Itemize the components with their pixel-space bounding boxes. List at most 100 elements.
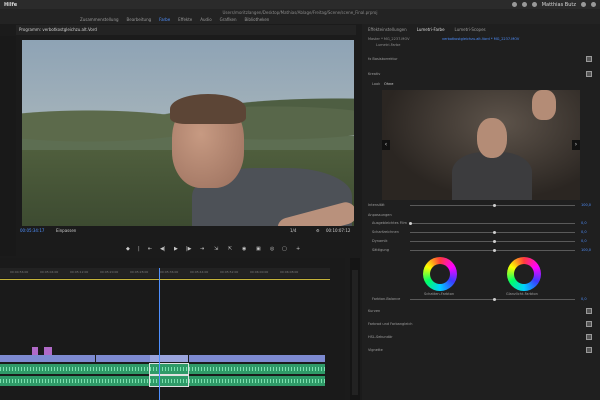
workspace-tabs: Zusammenstellung Bearbeitung Farbe Effek… xyxy=(80,17,269,22)
graphics-clip[interactable] xyxy=(44,347,52,355)
video-clip-selected[interactable] xyxy=(150,355,188,362)
look-preview-thumbnail[interactable]: ‹ › xyxy=(382,90,580,200)
workspace-tab[interactable]: Effekte xyxy=(178,17,192,22)
status-icon[interactable] xyxy=(511,2,517,7)
intensity-knob[interactable] xyxy=(493,204,496,207)
mark-in-icon[interactable]: ◆ xyxy=(126,246,130,252)
look-dropdown[interactable]: Ohne xyxy=(384,82,393,86)
ruler-tick: 00:04:56:00 xyxy=(10,270,29,274)
hsl-secondary-checkbox[interactable] xyxy=(586,334,592,340)
faded-film-knob[interactable] xyxy=(409,222,412,225)
ruler-tick: 00:05:12:00 xyxy=(70,270,89,274)
left-tool-column xyxy=(0,36,16,256)
basic-correction-section[interactable]: fx Basiskorrektur xyxy=(368,57,398,61)
tab-lumetri-color[interactable]: Lumetri-Farbe xyxy=(417,27,445,32)
creative-checkbox[interactable] xyxy=(586,71,592,77)
audio-clip[interactable] xyxy=(189,364,325,374)
title-bar: Users/moritzlangen/Desktop/Mathias/Ablag… xyxy=(0,9,600,24)
workspace-tab[interactable]: Grafiken xyxy=(220,17,237,22)
audio-clip[interactable] xyxy=(0,376,150,386)
intensity-value[interactable]: 100,0 xyxy=(581,203,591,207)
go-to-in-icon[interactable]: ⇤ xyxy=(148,246,152,252)
vibrance-value[interactable]: 0,0 xyxy=(581,239,587,243)
audio-clip-selected[interactable] xyxy=(149,363,189,375)
faded-film-value[interactable]: 0,0 xyxy=(581,221,587,225)
wifi-icon[interactable] xyxy=(521,2,527,7)
quality-dropdown[interactable]: 1/4 xyxy=(290,228,296,233)
audio-waveform xyxy=(0,367,150,371)
clip-line[interactable]: verbotkostgleichzu.alt.Vord * MG_2237.MO… xyxy=(442,37,519,41)
total-timecode: 00:10:07:12 xyxy=(326,228,351,233)
workspace-tab[interactable]: Zusammenstellung xyxy=(80,17,119,22)
tab-effect-controls[interactable]: Effekteinstellungen xyxy=(368,27,407,32)
curves-section[interactable]: Kurven xyxy=(368,309,380,313)
saturation-knob[interactable] xyxy=(493,249,496,252)
ruler-tick: 00:05:52:00 xyxy=(220,270,239,274)
export-frame-icon[interactable]: ◉ xyxy=(242,246,246,252)
creative-section[interactable]: Kreativ xyxy=(368,72,380,76)
curves-checkbox[interactable] xyxy=(586,308,592,314)
previous-look-arrow-icon[interactable]: ‹ xyxy=(382,140,390,150)
overwrite-icon[interactable]: ⇱ xyxy=(228,246,232,252)
slider-label: Sättigung xyxy=(372,248,389,252)
menu-list-icon[interactable] xyxy=(591,2,596,7)
audio-clip[interactable] xyxy=(189,376,325,386)
safe-margins-icon[interactable]: ▢ xyxy=(282,246,287,252)
tint-balance-value[interactable]: 0,0 xyxy=(581,297,587,301)
workspace-tab[interactable]: Bibliotheken xyxy=(245,17,270,22)
insert-icon[interactable]: ⇲ xyxy=(214,246,218,252)
menu-help[interactable]: Hilfe xyxy=(4,2,17,8)
sharpen-knob[interactable] xyxy=(493,231,496,234)
search-icon[interactable] xyxy=(581,2,586,7)
menubar-status: Matthias Butz xyxy=(511,0,596,9)
graphics-clip[interactable] xyxy=(32,347,38,355)
audio-waveform xyxy=(189,367,325,371)
add-button-icon[interactable]: + xyxy=(296,246,300,252)
tint-balance-knob[interactable] xyxy=(493,298,496,301)
next-look-arrow-icon[interactable]: › xyxy=(572,140,580,150)
play-icon[interactable]: ▶ xyxy=(174,246,178,252)
vr-icon[interactable]: ◎ xyxy=(270,246,274,252)
vignette-section[interactable]: Vignette xyxy=(368,348,383,352)
volume-icon[interactable] xyxy=(531,2,537,7)
settings-icon[interactable]: ⚙ xyxy=(316,228,320,233)
workspace-tab-active[interactable]: Farbe xyxy=(159,17,170,22)
fit-dropdown[interactable]: Einpassen xyxy=(56,228,76,233)
go-to-out-icon[interactable]: ⇥ xyxy=(200,246,204,252)
saturation-value[interactable]: 100,0 xyxy=(581,248,591,252)
step-forward-icon[interactable]: |▶ xyxy=(186,246,192,252)
look-label: Look xyxy=(372,82,381,86)
adjustments-label[interactable]: Anpassungen xyxy=(368,213,392,217)
program-monitor-video[interactable] xyxy=(22,40,354,226)
color-wheels-section[interactable]: Farbrad und Farbangleich xyxy=(368,322,413,326)
transport-controls: ◆ | ⇤ ◀| ▶ |▶ ⇥ ⇲ ⇱ ◉ ▣ ◎ ▢ + xyxy=(16,243,356,255)
hsl-secondary-section[interactable]: HSL-Sekundär xyxy=(368,335,393,339)
audio-clip-selected[interactable] xyxy=(149,375,189,387)
faded-film-slider[interactable] xyxy=(410,223,575,224)
program-monitor-tab[interactable]: Programm: verbotkostgleichzu.alt.Vord xyxy=(16,25,356,35)
timeline-playhead[interactable] xyxy=(159,268,160,400)
video-clip[interactable] xyxy=(0,355,95,362)
slider-label: Scharfzeichnen xyxy=(372,230,399,234)
compare-icon[interactable]: ▣ xyxy=(256,246,261,252)
video-clip[interactable] xyxy=(96,355,150,362)
shadow-tint-wheel[interactable] xyxy=(423,257,457,291)
current-timecode[interactable]: 00:05:34:17 xyxy=(20,228,44,233)
workspace-tab[interactable]: Bearbeitung xyxy=(127,17,152,22)
work-area-bar[interactable] xyxy=(0,279,330,280)
sharpen-value[interactable]: 0,0 xyxy=(581,230,587,234)
vignette-checkbox[interactable] xyxy=(586,347,592,353)
vibrance-knob[interactable] xyxy=(493,240,496,243)
step-back-icon[interactable]: ◀| xyxy=(160,246,166,252)
user-name[interactable]: Matthias Butz xyxy=(542,2,576,8)
basic-correction-checkbox[interactable] xyxy=(586,56,592,62)
audio-clip[interactable] xyxy=(0,364,150,374)
workspace-tab[interactable]: Audio xyxy=(200,17,211,22)
audio-meter xyxy=(352,270,358,395)
tab-lumetri-scopes[interactable]: Lumetri-Scopes xyxy=(455,27,486,32)
ruler-tick: 00:05:36:00 xyxy=(160,270,179,274)
video-clip[interactable] xyxy=(189,355,325,362)
color-wheels-checkbox[interactable] xyxy=(586,321,592,327)
highlight-tint-wheel[interactable] xyxy=(507,257,541,291)
mark-out-icon[interactable]: | xyxy=(138,246,140,252)
